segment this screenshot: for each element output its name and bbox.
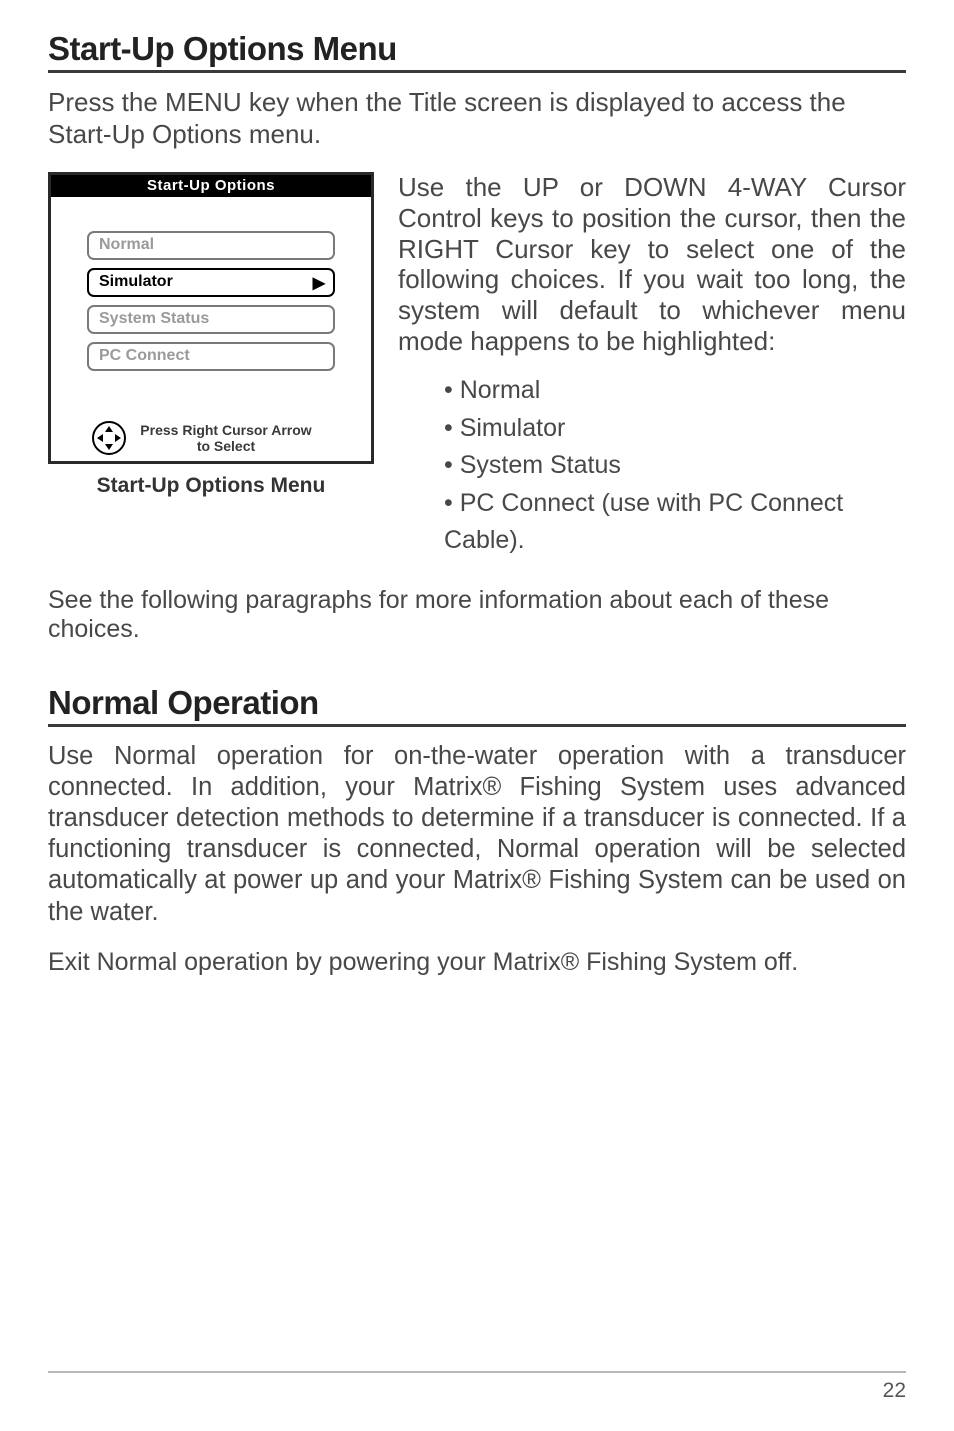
lcd-screenshot: Start-Up Options Normal Simulator ▶ Syst… <box>48 172 374 464</box>
bullet-normal: Normal <box>444 372 906 410</box>
footer-rule <box>48 1371 906 1373</box>
intro-paragraph: Press the MENU key when the Title screen… <box>48 87 906 150</box>
bullet-system-status: System Status <box>444 447 906 485</box>
lcd-menu-body: Normal Simulator ▶ System Status PC Conn… <box>51 197 371 383</box>
lcd-option-pc-connect: PC Connect <box>87 342 335 371</box>
figure-text-row: Start-Up Options Normal Simulator ▶ Syst… <box>48 172 906 560</box>
figure-block: Start-Up Options Normal Simulator ▶ Syst… <box>48 172 374 498</box>
bullet-pc-connect: PC Connect (use with PC Connect Cable). <box>444 485 906 560</box>
page-number: 22 <box>48 1379 906 1403</box>
heading-normal-operation: Normal Operation <box>48 684 906 727</box>
lcd-option-simulator-label: Simulator <box>99 273 173 290</box>
lcd-footer-text: Press Right Cursor Arrow to Select <box>140 422 311 454</box>
lcd-footer-line2: to Select <box>140 438 311 454</box>
exit-instruction: Exit Normal operation by powering your M… <box>48 948 906 977</box>
lcd-footer: Press Right Cursor Arrow to Select <box>51 383 371 461</box>
lcd-title-bar: Start-Up Options <box>51 175 371 197</box>
lcd-option-normal: Normal <box>87 231 335 260</box>
page-footer: 22 <box>48 1371 906 1403</box>
heading-startup-options: Start-Up Options Menu <box>48 30 906 73</box>
right-column: Use the UP or DOWN 4-WAY Cursor Control … <box>398 172 906 560</box>
lcd-option-system-status: System Status <box>87 305 335 334</box>
dpad-icon <box>92 421 126 455</box>
figure-caption: Start-Up Options Menu <box>48 474 374 498</box>
cursor-instructions: Use the UP or DOWN 4-WAY Cursor Control … <box>398 172 906 356</box>
normal-operation-body: Use Normal operation for on-the-water op… <box>48 741 906 928</box>
followup-paragraph: See the following paragraphs for more in… <box>48 586 906 644</box>
right-arrow-icon: ▶ <box>313 273 325 293</box>
lcd-footer-line1: Press Right Cursor Arrow <box>140 422 311 438</box>
options-bullets: Normal Simulator System Status PC Connec… <box>398 372 906 560</box>
lcd-option-simulator: Simulator ▶ <box>87 268 335 297</box>
bullet-simulator: Simulator <box>444 410 906 448</box>
